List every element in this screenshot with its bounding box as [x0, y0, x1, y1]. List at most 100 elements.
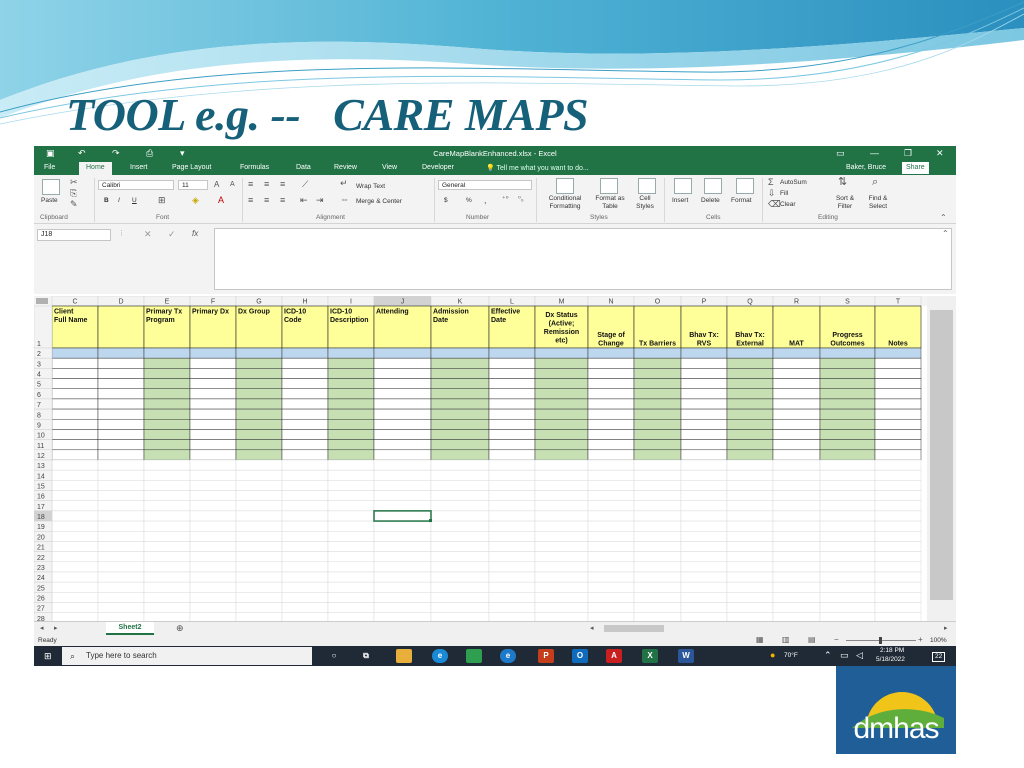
cell-H24[interactable]: [281, 571, 329, 583]
cell-T22[interactable]: [874, 551, 922, 563]
cell-K4[interactable]: [430, 368, 490, 379]
cell-K3[interactable]: [430, 357, 490, 369]
cell-K20[interactable]: [430, 530, 490, 542]
cell-S5[interactable]: [819, 378, 876, 389]
cell-M3[interactable]: [534, 357, 589, 369]
cell-R7[interactable]: [772, 398, 821, 410]
cell-D10[interactable]: [97, 429, 145, 440]
cell-S2[interactable]: [819, 347, 876, 359]
cell-M8[interactable]: [534, 408, 589, 420]
format-painter-icon[interactable]: ✎: [70, 199, 78, 209]
cell-I6[interactable]: [327, 388, 375, 400]
cell-H15[interactable]: [281, 480, 329, 491]
cell-S21[interactable]: [819, 541, 876, 552]
cell-R12[interactable]: [772, 449, 821, 461]
cell-Q15[interactable]: [726, 480, 774, 491]
cell-P11[interactable]: [680, 439, 728, 451]
cell-H14[interactable]: [281, 469, 329, 481]
cell-T11[interactable]: [874, 439, 922, 451]
cell-D21[interactable]: [97, 541, 145, 552]
tab-review[interactable]: Review: [334, 164, 357, 171]
cell-L20[interactable]: [488, 530, 536, 542]
cell-C18[interactable]: [51, 510, 99, 522]
cell-K10[interactable]: [430, 429, 490, 440]
cell-L28[interactable]: [488, 612, 536, 621]
cell-O7[interactable]: [633, 398, 682, 410]
cell-O17[interactable]: [633, 500, 682, 512]
cell-R13[interactable]: [772, 459, 821, 471]
cell-D7[interactable]: [97, 398, 145, 410]
cell-N5[interactable]: [587, 378, 635, 389]
cell-J21[interactable]: [373, 541, 432, 552]
cell-N13[interactable]: [587, 459, 635, 471]
cell-C19[interactable]: [51, 520, 99, 532]
increase-decimal-icon[interactable]: ⁺⁰: [502, 195, 509, 205]
cell-S13[interactable]: [819, 459, 876, 471]
cell-Q6[interactable]: [726, 388, 774, 400]
cell-Q4[interactable]: [726, 368, 774, 379]
cell-J2[interactable]: [373, 347, 432, 359]
cell-P2[interactable]: [680, 347, 728, 359]
align-top-icon[interactable]: ≡: [248, 179, 253, 189]
delete-cells-icon[interactable]: [704, 178, 722, 194]
share-button[interactable]: Share: [902, 162, 929, 174]
cell-T2[interactable]: [874, 347, 922, 359]
page-break-view-icon[interactable]: ▤: [808, 635, 816, 645]
cell-L25[interactable]: [488, 581, 536, 593]
cell-P5[interactable]: [680, 378, 728, 389]
cell-P28[interactable]: [680, 612, 728, 621]
cell-E9[interactable]: [143, 419, 191, 430]
network-icon[interactable]: ▭: [840, 650, 849, 660]
cell-E4[interactable]: [143, 368, 191, 379]
cell-K12[interactable]: [430, 449, 490, 461]
cell-N10[interactable]: [587, 429, 635, 440]
cell-K18[interactable]: [430, 510, 490, 522]
cell-D8[interactable]: [97, 408, 145, 420]
taskbar-search-input[interactable]: Type here to search: [62, 647, 312, 665]
cell-C2[interactable]: [51, 347, 99, 359]
currency-button[interactable]: $: [444, 197, 448, 205]
cell-C26[interactable]: [51, 592, 99, 603]
cell-E20[interactable]: [143, 530, 191, 542]
cell-T8[interactable]: [874, 408, 922, 420]
cell-M13[interactable]: [534, 459, 589, 471]
cell-M26[interactable]: [534, 592, 589, 603]
cell-S26[interactable]: [819, 592, 876, 603]
cell-D4[interactable]: [97, 368, 145, 379]
cell-L26[interactable]: [488, 592, 536, 603]
clear-button[interactable]: Clear: [780, 201, 796, 209]
cell-H19[interactable]: [281, 520, 329, 532]
cell-T15[interactable]: [874, 480, 922, 491]
cell-D14[interactable]: [97, 469, 145, 481]
cell-F12[interactable]: [189, 449, 237, 461]
cell-P19[interactable]: [680, 520, 728, 532]
fill-color-icon[interactable]: ◈: [192, 195, 199, 205]
cell-L5[interactable]: [488, 378, 536, 389]
cell-S18[interactable]: [819, 510, 876, 522]
cell-J22[interactable]: [373, 551, 432, 563]
sheet-tab-sheet2[interactable]: Sheet2: [106, 622, 154, 635]
cancel-entry-icon[interactable]: ✕: [144, 229, 152, 239]
font-name-select[interactable]: Calibri: [98, 180, 174, 190]
cell-T28[interactable]: [874, 612, 922, 621]
cell-G20[interactable]: [235, 530, 283, 542]
cell-N12[interactable]: [587, 449, 635, 461]
cell-O2[interactable]: [633, 347, 682, 359]
cell-I14[interactable]: [327, 469, 375, 481]
cell-Q22[interactable]: [726, 551, 774, 563]
cell-G16[interactable]: [235, 490, 283, 501]
cell-H16[interactable]: [281, 490, 329, 501]
cell-K14[interactable]: [430, 469, 490, 481]
cell-D16[interactable]: [97, 490, 145, 501]
cell-F18[interactable]: [189, 510, 237, 522]
cell-Q14[interactable]: [726, 469, 774, 481]
cell-K13[interactable]: [430, 459, 490, 471]
cell-H22[interactable]: [281, 551, 329, 563]
cell-D24[interactable]: [97, 571, 145, 583]
cell-I28[interactable]: [327, 612, 375, 621]
cell-T21[interactable]: [874, 541, 922, 552]
bold-button[interactable]: B: [104, 197, 109, 205]
autosum-icon[interactable]: Σ: [768, 177, 774, 187]
tab-view[interactable]: View: [382, 164, 397, 171]
cell-F13[interactable]: [189, 459, 237, 471]
